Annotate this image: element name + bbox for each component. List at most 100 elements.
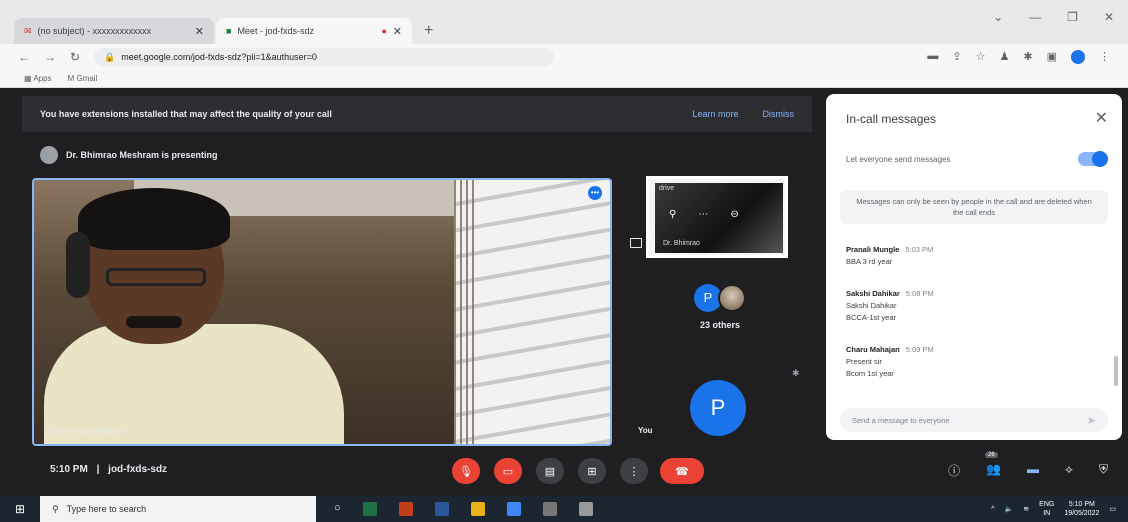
participants-badge: 26 [985, 452, 998, 458]
profile-avatar[interactable] [1071, 50, 1085, 64]
chevron-down-icon[interactable]: ⌄ [993, 10, 1003, 24]
tab-gmail[interactable]: ✉ (no subject) - xxxxxxxxxxxxx ✕ [14, 18, 214, 44]
excel-icon[interactable] [362, 502, 377, 516]
close-window-icon[interactable]: ✕ [1104, 10, 1114, 24]
meet-icon: ■ [226, 26, 232, 36]
url-field[interactable]: 🔒 meet.google.com/jod-fxds-sdz?pli=1&aut… [94, 48, 555, 66]
close-tab-icon[interactable]: ✕ [195, 25, 204, 38]
main-video-tile[interactable]: ••• Dr. Bhimrao Meshram [32, 178, 612, 446]
app-icon[interactable] [542, 502, 557, 516]
volume-icon[interactable]: 🔈 [1005, 505, 1014, 513]
send-icon[interactable]: ➤ [1087, 414, 1096, 427]
tray-chevron-icon[interactable]: ^ [991, 506, 994, 513]
puzzle-icon[interactable]: ✱ [1023, 50, 1032, 64]
star-icon[interactable]: ☆ [976, 50, 986, 64]
camera-off-button[interactable]: ▭ [494, 458, 522, 484]
close-icon[interactable]: ✕ [1095, 108, 1108, 128]
tab-label: (no subject) - xxxxxxxxxxxxx [37, 26, 152, 36]
close-tab-icon[interactable]: ✕ [393, 25, 402, 38]
more-vert-icon: ⋮ [628, 465, 640, 478]
word-icon[interactable] [434, 502, 449, 516]
info-icon[interactable]: ⓘ [948, 462, 960, 479]
taskbar-search[interactable]: ⚲ Type here to search [40, 496, 316, 522]
allow-messages-toggle[interactable] [1078, 151, 1108, 167]
self-avatar[interactable]: P [690, 380, 746, 436]
notifications-icon[interactable]: ▭ [1109, 505, 1116, 513]
windows-start-icon[interactable]: ⊞ [0, 502, 40, 516]
learn-more-link[interactable]: Learn more [692, 109, 738, 119]
message-text: BCCA-1st year [846, 313, 897, 322]
tab-search-icon[interactable]: ▣ [1047, 50, 1057, 64]
message-text: BBA 3 rd year [846, 257, 893, 266]
task-view-icon[interactable]: ○ [334, 502, 341, 516]
host-controls-icon[interactable]: ⛨ [1099, 462, 1108, 479]
forward-icon[interactable]: → [44, 50, 56, 64]
remove-icon[interactable]: ⊖ [730, 209, 738, 220]
banner-text: You have extensions installed that may a… [40, 109, 332, 119]
chat-message: Sakshi Dahikar 5:08 PM Sakshi Dahikar BCC… [846, 288, 1096, 324]
mic-muted-icon: ✱ [792, 368, 800, 378]
clock-date: 19/05/2022 [1064, 510, 1100, 517]
video-railing [454, 180, 478, 444]
minimize-icon[interactable]: — [1029, 10, 1041, 24]
chat-scrollbar[interactable] [1114, 356, 1118, 386]
camera-icon[interactable]: ▬ [927, 50, 938, 64]
presenting-indicator: Dr. Bhimrao Meshram is presenting [40, 146, 218, 164]
dismiss-button[interactable]: Dismiss [763, 109, 795, 119]
activities-icon[interactable]: ⟡ [1065, 462, 1073, 479]
new-tab-button[interactable]: + [424, 22, 433, 40]
pin-icon[interactable]: ⚲ [669, 209, 676, 220]
maximize-icon[interactable]: ❐ [1067, 10, 1078, 24]
people-icon[interactable]: 👥 [986, 462, 1001, 479]
participant-photo-avatar [718, 284, 746, 312]
speaker-mustache [126, 316, 182, 328]
url-text: meet.google.com/jod-fxds-sdz?pli=1&authu… [121, 52, 317, 62]
taskbar-apps: ○ [334, 502, 593, 516]
menu-icon[interactable]: ⋮ [1099, 50, 1110, 64]
message-sender: Sakshi Dahikar [846, 289, 900, 298]
chat-message: Charu Mahajan 5:09 PM Present sir Bcom 1s… [846, 344, 1096, 380]
app-icon[interactable] [578, 502, 593, 516]
language-indicator[interactable]: ENG IN [1039, 500, 1054, 518]
wifi-icon[interactable]: ≋ [1023, 505, 1029, 513]
bookmark-apps[interactable]: ▦ Apps [24, 74, 52, 83]
address-bar-row: ← → ↻ 🔒 meet.google.com/jod-fxds-sdz?pli… [0, 44, 1128, 70]
leave-call-button[interactable]: ☎ [660, 458, 704, 484]
browser-tab-strip: ✉ (no subject) - xxxxxxxxxxxxx ✕ ■ Meet … [0, 0, 1128, 44]
speaker-figure [44, 188, 344, 444]
gmail-icon: ✉ [24, 25, 32, 36]
chrome-icon[interactable] [506, 502, 521, 516]
thumb-name: Dr. Bhimrao [663, 240, 700, 247]
back-icon[interactable]: ← [18, 50, 30, 64]
message-time: 5:09 PM [905, 345, 934, 354]
others-count: 23 others [699, 320, 741, 330]
message-time: 5:03 PM [905, 245, 934, 254]
captions-button[interactable]: ▤ [536, 458, 564, 484]
reload-icon[interactable]: ↻ [70, 50, 80, 64]
powerpoint-icon[interactable] [398, 502, 413, 516]
bookmark-gmail[interactable]: M Gmail [68, 74, 98, 83]
chat-icon[interactable]: ▬ [1027, 462, 1039, 479]
more-icon[interactable]: ⋯ [698, 209, 708, 220]
lang-text: ENG [1039, 501, 1055, 508]
tab-meet[interactable]: ■ Meet - jod-fxds-sdz ● ✕ [216, 18, 412, 44]
extension-icon[interactable]: ♟ [1000, 50, 1010, 64]
toolbar-icons: ▬ ⇪ ☆ ♟ ✱ ▣ ⋮ [927, 50, 1110, 64]
hang-up-icon: ☎ [675, 465, 689, 478]
message-text: Present sir [846, 357, 882, 366]
you-label: You [638, 426, 653, 435]
taskbar-clock[interactable]: 5:10 PM 19/05/2022 [1064, 500, 1099, 518]
more-options-button[interactable]: ⋮ [620, 458, 648, 484]
present-screen-icon [630, 238, 642, 248]
presentation-thumbnail[interactable]: drive ⚲ ⋯ ⊖ Dr. Bhimrao [646, 176, 788, 258]
region-text: IN [1043, 510, 1051, 517]
present-button[interactable]: ⊞ [578, 458, 606, 484]
message-input[interactable]: Send a message to everyone ➤ [840, 408, 1108, 432]
share-icon[interactable]: ⇪ [952, 50, 961, 64]
mic-off-button[interactable]: 🎙 [452, 458, 480, 484]
file-explorer-icon[interactable] [470, 502, 485, 516]
search-icon: ⚲ [52, 503, 59, 514]
search-placeholder: Type here to search [66, 504, 147, 514]
others-tile[interactable]: P 23 others [680, 284, 760, 330]
chat-message: Pranali Mungle 5:03 PM BBA 3 rd year [846, 244, 1096, 268]
